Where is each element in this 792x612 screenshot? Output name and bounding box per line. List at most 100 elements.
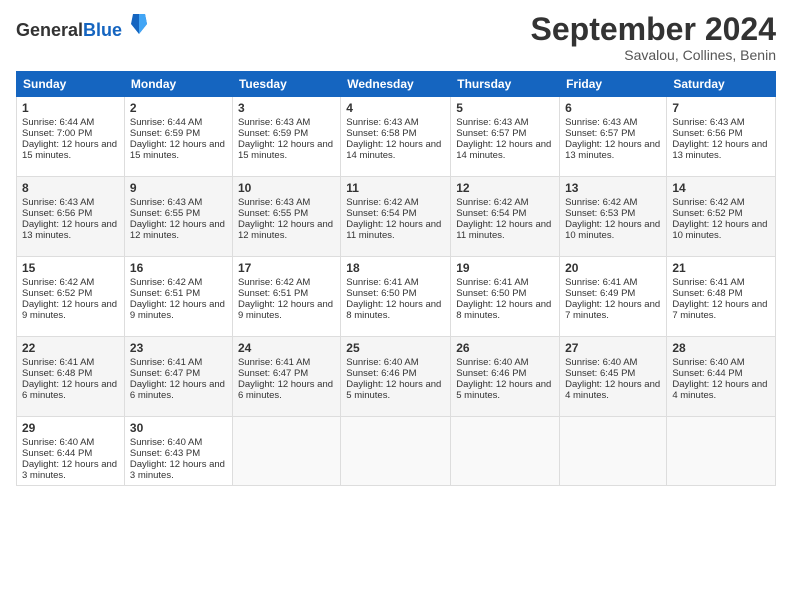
day-number: 9 xyxy=(130,181,227,195)
calendar-cell: 23Sunrise: 6:41 AMSunset: 6:47 PMDayligh… xyxy=(124,337,232,417)
day-number: 10 xyxy=(238,181,335,195)
sunrise-text: Sunrise: 6:44 AM xyxy=(22,117,119,128)
calendar-cell: 3Sunrise: 6:43 AMSunset: 6:59 PMDaylight… xyxy=(232,97,340,177)
calendar-cell: 1 Sunrise: 6:44 AMSunset: 7:00 PMDaylight… xyxy=(17,97,125,177)
sunset-text: Sunset: 7:00 PM xyxy=(22,128,119,139)
calendar-cell: 17Sunrise: 6:42 AMSunset: 6:51 PMDayligh… xyxy=(232,257,340,337)
calendar-cell xyxy=(451,417,560,486)
header: GeneralBlue September 2024 Savalou, Coll… xyxy=(16,12,776,63)
logo-blue-text: Blue xyxy=(83,20,122,40)
daylight-text: Daylight: 12 hours and 13 minutes. xyxy=(672,139,770,161)
day-number: 19 xyxy=(456,261,554,275)
sunset-text: Sunset: 6:47 PM xyxy=(130,368,227,379)
daylight-text: Daylight: 12 hours and 15 minutes. xyxy=(22,139,119,161)
daylight-text: Daylight: 12 hours and 5 minutes. xyxy=(346,379,445,401)
sunset-text: Sunset: 6:49 PM xyxy=(565,288,661,299)
day-number: 11 xyxy=(346,181,445,195)
sunset-text: Sunset: 6:46 PM xyxy=(456,368,554,379)
sunset-text: Sunset: 6:48 PM xyxy=(22,368,119,379)
calendar-cell: 19Sunrise: 6:41 AMSunset: 6:50 PMDayligh… xyxy=(451,257,560,337)
calendar-cell: 4Sunrise: 6:43 AMSunset: 6:58 PMDaylight… xyxy=(341,97,451,177)
day-number: 18 xyxy=(346,261,445,275)
calendar-week-row: 15Sunrise: 6:42 AMSunset: 6:52 PMDayligh… xyxy=(17,257,776,337)
calendar-day-header: Friday xyxy=(560,72,667,97)
calendar-day-header: Sunday xyxy=(17,72,125,97)
calendar-cell: 11Sunrise: 6:42 AMSunset: 6:54 PMDayligh… xyxy=(341,177,451,257)
sunrise-text: Sunrise: 6:40 AM xyxy=(346,357,445,368)
calendar-day-header: Monday xyxy=(124,72,232,97)
calendar-cell xyxy=(667,417,776,486)
sunset-text: Sunset: 6:59 PM xyxy=(130,128,227,139)
sunset-text: Sunset: 6:56 PM xyxy=(672,128,770,139)
sunset-text: Sunset: 6:54 PM xyxy=(456,208,554,219)
sunrise-text: Sunrise: 6:43 AM xyxy=(346,117,445,128)
sunrise-text: Sunrise: 6:44 AM xyxy=(130,117,227,128)
sunrise-text: Sunrise: 6:40 AM xyxy=(130,437,227,448)
daylight-text: Daylight: 12 hours and 9 minutes. xyxy=(22,299,119,321)
day-number: 16 xyxy=(130,261,227,275)
daylight-text: Daylight: 12 hours and 3 minutes. xyxy=(22,459,119,481)
day-number: 1 xyxy=(22,101,119,115)
sunset-text: Sunset: 6:52 PM xyxy=(672,208,770,219)
sunset-text: Sunset: 6:56 PM xyxy=(22,208,119,219)
calendar-week-row: 29Sunrise: 6:40 AMSunset: 6:44 PMDayligh… xyxy=(17,417,776,486)
daylight-text: Daylight: 12 hours and 14 minutes. xyxy=(346,139,445,161)
sunrise-text: Sunrise: 6:40 AM xyxy=(565,357,661,368)
calendar-week-row: 8Sunrise: 6:43 AMSunset: 6:56 PMDaylight… xyxy=(17,177,776,257)
location: Savalou, Collines, Benin xyxy=(531,47,776,63)
logo-icon xyxy=(129,12,149,36)
sunrise-text: Sunrise: 6:41 AM xyxy=(565,277,661,288)
day-number: 15 xyxy=(22,261,119,275)
day-number: 5 xyxy=(456,101,554,115)
calendar-cell: 15 Sunrise: 6:42 AMSunset: 6:52 PMDayligh… xyxy=(17,257,125,337)
sunrise-text: Sunrise: 6:43 AM xyxy=(238,117,335,128)
sunrise-text: Sunrise: 6:43 AM xyxy=(565,117,661,128)
sunset-text: Sunset: 6:48 PM xyxy=(672,288,770,299)
calendar-week-row: 1Sunrise: 6:44 AMSunset: 7:00 PMDaylight… xyxy=(17,97,776,177)
day-number: 14 xyxy=(672,181,770,195)
sunrise-text: Sunrise: 6:42 AM xyxy=(22,277,119,288)
calendar-cell: 18Sunrise: 6:41 AMSunset: 6:50 PMDayligh… xyxy=(341,257,451,337)
calendar-week-row: 22Sunrise: 6:41 AMSunset: 6:48 PMDayligh… xyxy=(17,337,776,417)
sunrise-text: Sunrise: 6:42 AM xyxy=(346,197,445,208)
daylight-text: Daylight: 12 hours and 6 minutes. xyxy=(238,379,335,401)
daylight-text: Daylight: 12 hours and 6 minutes. xyxy=(22,379,119,401)
calendar-cell xyxy=(341,417,451,486)
sunset-text: Sunset: 6:57 PM xyxy=(456,128,554,139)
page: GeneralBlue September 2024 Savalou, Coll… xyxy=(0,0,792,612)
sunset-text: Sunset: 6:59 PM xyxy=(238,128,335,139)
sunset-text: Sunset: 6:52 PM xyxy=(22,288,119,299)
calendar-cell: 30Sunrise: 6:40 AMSunset: 6:43 PMDayligh… xyxy=(124,417,232,486)
calendar-cell: 6Sunrise: 6:43 AMSunset: 6:57 PMDaylight… xyxy=(560,97,667,177)
calendar-cell: 21Sunrise: 6:41 AMSunset: 6:48 PMDayligh… xyxy=(667,257,776,337)
daylight-text: Daylight: 12 hours and 11 minutes. xyxy=(456,219,554,241)
daylight-text: Daylight: 12 hours and 4 minutes. xyxy=(672,379,770,401)
daylight-text: Daylight: 12 hours and 15 minutes. xyxy=(238,139,335,161)
calendar-cell: 12Sunrise: 6:42 AMSunset: 6:54 PMDayligh… xyxy=(451,177,560,257)
day-number: 22 xyxy=(22,341,119,355)
sunrise-text: Sunrise: 6:43 AM xyxy=(238,197,335,208)
sunrise-text: Sunrise: 6:43 AM xyxy=(672,117,770,128)
title-section: September 2024 Savalou, Collines, Benin xyxy=(531,12,776,63)
daylight-text: Daylight: 12 hours and 13 minutes. xyxy=(22,219,119,241)
sunrise-text: Sunrise: 6:40 AM xyxy=(672,357,770,368)
calendar-cell: 16Sunrise: 6:42 AMSunset: 6:51 PMDayligh… xyxy=(124,257,232,337)
daylight-text: Daylight: 12 hours and 10 minutes. xyxy=(672,219,770,241)
calendar-cell xyxy=(560,417,667,486)
day-number: 12 xyxy=(456,181,554,195)
sunrise-text: Sunrise: 6:42 AM xyxy=(130,277,227,288)
day-number: 23 xyxy=(130,341,227,355)
day-number: 7 xyxy=(672,101,770,115)
sunset-text: Sunset: 6:50 PM xyxy=(346,288,445,299)
daylight-text: Daylight: 12 hours and 5 minutes. xyxy=(456,379,554,401)
calendar-day-header: Thursday xyxy=(451,72,560,97)
sunset-text: Sunset: 6:55 PM xyxy=(130,208,227,219)
sunrise-text: Sunrise: 6:41 AM xyxy=(130,357,227,368)
sunset-text: Sunset: 6:54 PM xyxy=(346,208,445,219)
sunset-text: Sunset: 6:55 PM xyxy=(238,208,335,219)
sunset-text: Sunset: 6:50 PM xyxy=(456,288,554,299)
daylight-text: Daylight: 12 hours and 12 minutes. xyxy=(130,219,227,241)
sunrise-text: Sunrise: 6:41 AM xyxy=(346,277,445,288)
day-number: 24 xyxy=(238,341,335,355)
daylight-text: Daylight: 12 hours and 7 minutes. xyxy=(672,299,770,321)
